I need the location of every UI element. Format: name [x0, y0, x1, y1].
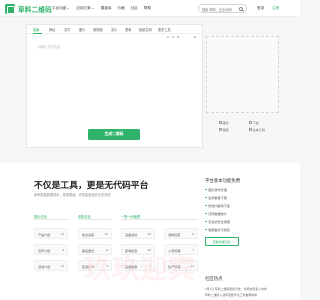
- feature-item: 修改内容码不变: [205, 203, 230, 208]
- template-tile[interactable]: 活动介绍 11: [34, 260, 68, 271]
- nav-item-community[interactable]: 社区: [131, 6, 138, 11]
- group-divider: [121, 218, 198, 220]
- bold-icon[interactable]: [167, 35, 169, 38]
- tile-count: 8: [62, 248, 64, 253]
- check-icon: [205, 220, 207, 223]
- layers-icon: [249, 128, 252, 131]
- free-features-panel: 平台基本功能免费 团队协作管理 生码数量不限 修改内容码不变 扫码数据统计 完善…: [205, 174, 281, 284]
- group-divider: [34, 218, 68, 220]
- tile-name: 产品介绍: [38, 233, 51, 238]
- palette-icon: [219, 121, 222, 124]
- qrcode-preview: [206, 36, 279, 113]
- community-news: 2月1日 草料二维码更新日志：新增支持多人协作 草料二维码入选年度数字化工具推荐…: [205, 285, 281, 300]
- tile-count: 23: [147, 232, 151, 237]
- generator-card: 文本 网址 文件 图片 音视频 名片 表单 批量生码 更多工具 请输入文字内容 …: [26, 24, 203, 148]
- check-icon: [205, 204, 207, 207]
- site-search: [198, 4, 247, 13]
- content-type-tabs: 文本 网址 文件 图片 音视频 名片 表单 批量生码 更多工具: [27, 25, 203, 34]
- tab-audio-video[interactable]: 音视频: [93, 27, 103, 32]
- tab-card[interactable]: 名片: [111, 27, 117, 32]
- link-icon[interactable]: [177, 35, 179, 38]
- template-tile[interactable]: 信息采集 16: [78, 228, 112, 239]
- tab-file[interactable]: 文件: [64, 27, 70, 32]
- template-tile[interactable]: 消防检查 9: [164, 228, 198, 239]
- search-icon[interactable]: [239, 7, 243, 11]
- compare-features-button[interactable]: 查看功能对比: [205, 237, 239, 246]
- tile-name: 设备巡检: [125, 233, 138, 238]
- nav-item-templates[interactable]: 模板库: [101, 6, 112, 11]
- nav-item-platform[interactable]: 平台功能: [52, 6, 70, 11]
- nav-item-help[interactable]: 帮助: [144, 6, 151, 11]
- tile-name: 宣传介绍: [38, 249, 51, 254]
- sub-code-action[interactable]: 生成子码: [249, 127, 265, 132]
- search-input[interactable]: [202, 6, 240, 13]
- top-bar: 草料二维码 平台功能 应用方案 模板库 价格 社区 帮助 登录 注册: [0, 0, 300, 17]
- hero-title: 不仅是工具，更是无代码平台: [34, 180, 149, 190]
- template-tile[interactable]: 宣传介绍 8: [34, 244, 68, 255]
- check-icon: [205, 212, 207, 215]
- template-tile[interactable]: 产品介绍 14: [34, 228, 68, 239]
- tile-name: 信息采集: [82, 233, 95, 238]
- save-icon: [219, 128, 222, 131]
- download-action[interactable]: 下载: [249, 120, 259, 125]
- chevron-down-icon: [67, 7, 70, 9]
- tile-count: 14: [60, 232, 64, 237]
- news-item[interactable]: 2月1日 草料二维码更新日志：新增支持多人协作: [205, 287, 267, 291]
- free-features-title: 平台基本功能免费: [205, 178, 241, 183]
- tab-more-tools[interactable]: 更多工具: [158, 27, 171, 32]
- main-nav: 平台功能 应用方案 模板库 价格 社区 帮助: [52, 6, 151, 11]
- fullscreen-icon[interactable]: [194, 35, 196, 38]
- tile-count: 11: [60, 264, 64, 269]
- group-divider: [78, 218, 112, 220]
- login-link[interactable]: 登录: [257, 6, 264, 11]
- logo-text: 草料二维码: [18, 6, 52, 14]
- beautify-action[interactable]: 美化: [219, 120, 229, 125]
- tile-name: 消防检查: [168, 233, 181, 238]
- tile-count: 16: [104, 232, 108, 237]
- feature-item: 完善的安全保障: [205, 219, 230, 224]
- logo-icon: [5, 3, 15, 14]
- logo[interactable]: 草料二维码: [5, 3, 52, 14]
- tab-form[interactable]: 表单: [125, 27, 131, 32]
- tile-count: 9: [192, 232, 194, 237]
- watermark: 玖玖迎宾: [84, 254, 196, 284]
- tab-batch[interactable]: 批量生码: [139, 27, 152, 32]
- tab-image[interactable]: 图片: [79, 27, 85, 32]
- download-icon: [249, 121, 252, 124]
- feature-item: 生码数量不限: [205, 195, 227, 200]
- check-icon: [205, 196, 207, 199]
- chevron-down-icon: [91, 7, 94, 9]
- nav-item-solutions[interactable]: 应用方案: [76, 6, 94, 11]
- save-action[interactable]: 保存: [219, 127, 229, 132]
- generate-qrcode-button[interactable]: 生成二维码: [88, 129, 140, 140]
- news-item[interactable]: 草料二维码入选年度数字化工具推荐榜单: [205, 293, 257, 297]
- tile-name: 活动介绍: [38, 265, 51, 270]
- community-title: 社区热点: [205, 276, 223, 281]
- nav-item-pricing[interactable]: 价格: [118, 6, 125, 11]
- image-icon[interactable]: [172, 35, 174, 38]
- feature-item: 数据备份与恢复: [205, 227, 230, 232]
- editor-toolbar: [27, 34, 203, 39]
- hero-subtitle: 参考覆盖数据同步，按需搭建，完成最适合的业务系统: [34, 193, 111, 197]
- preview-actions: 美化 下载 保存 生成子码: [213, 119, 277, 133]
- template-tile[interactable]: 设备巡检 23: [121, 228, 155, 239]
- check-icon: [205, 228, 207, 231]
- check-icon: [205, 188, 207, 191]
- editor-placeholder[interactable]: 请输入文字内容: [38, 44, 60, 49]
- feature-item: 团队协作管理: [205, 187, 227, 192]
- feature-item: 扫码数据统计: [205, 211, 227, 216]
- tab-url[interactable]: 网址: [49, 27, 55, 32]
- register-link[interactable]: 注册: [272, 6, 279, 11]
